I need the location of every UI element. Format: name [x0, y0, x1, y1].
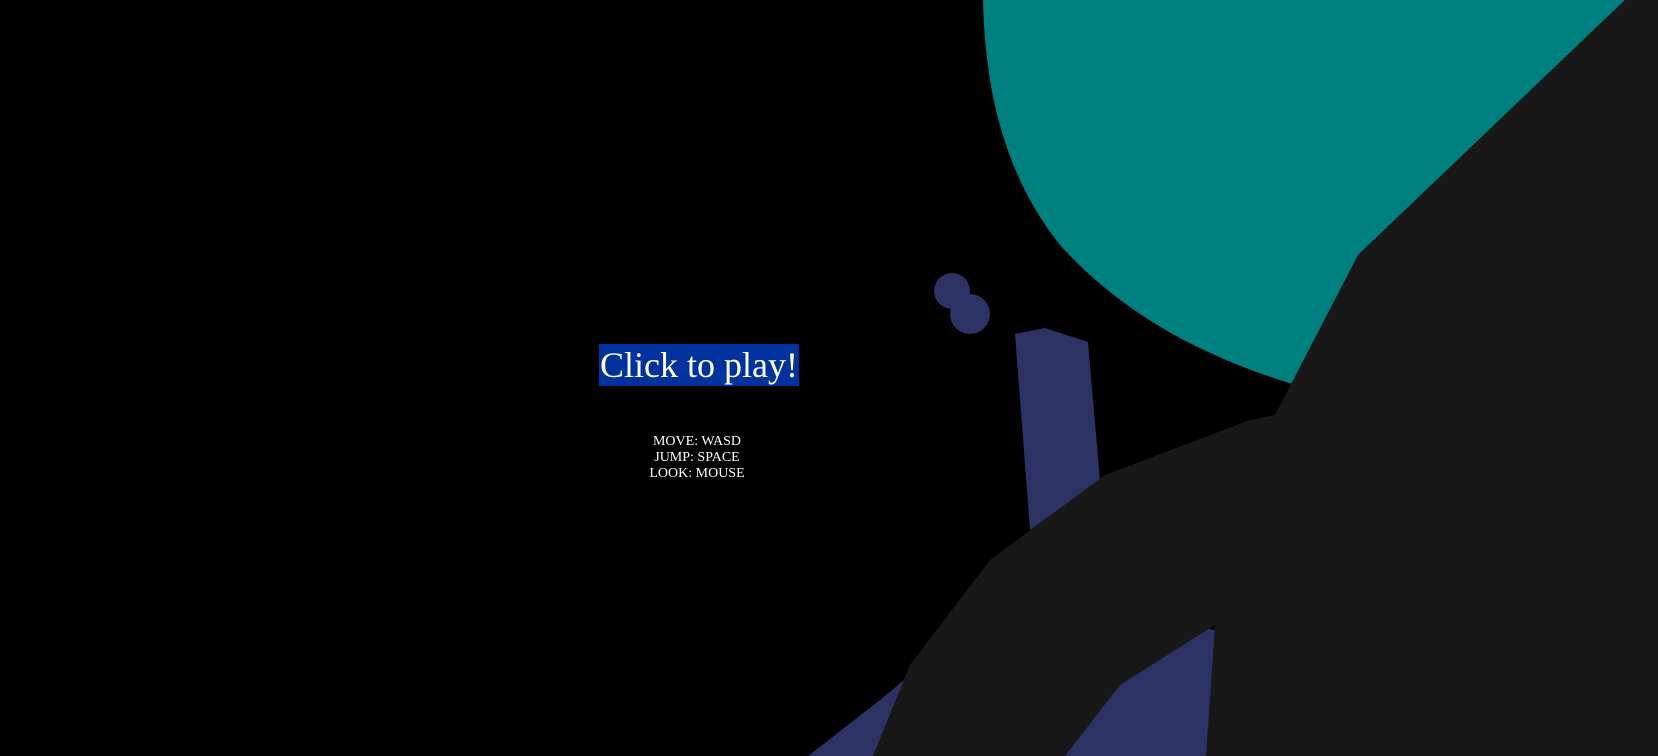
- floating-orb-lower: [950, 294, 990, 334]
- game-viewport[interactable]: Click to play! MOVE: WASD JUMP: SPACE LO…: [0, 0, 1658, 756]
- click-to-play-button[interactable]: Click to play!: [599, 344, 799, 386]
- game-scene: [0, 0, 1658, 756]
